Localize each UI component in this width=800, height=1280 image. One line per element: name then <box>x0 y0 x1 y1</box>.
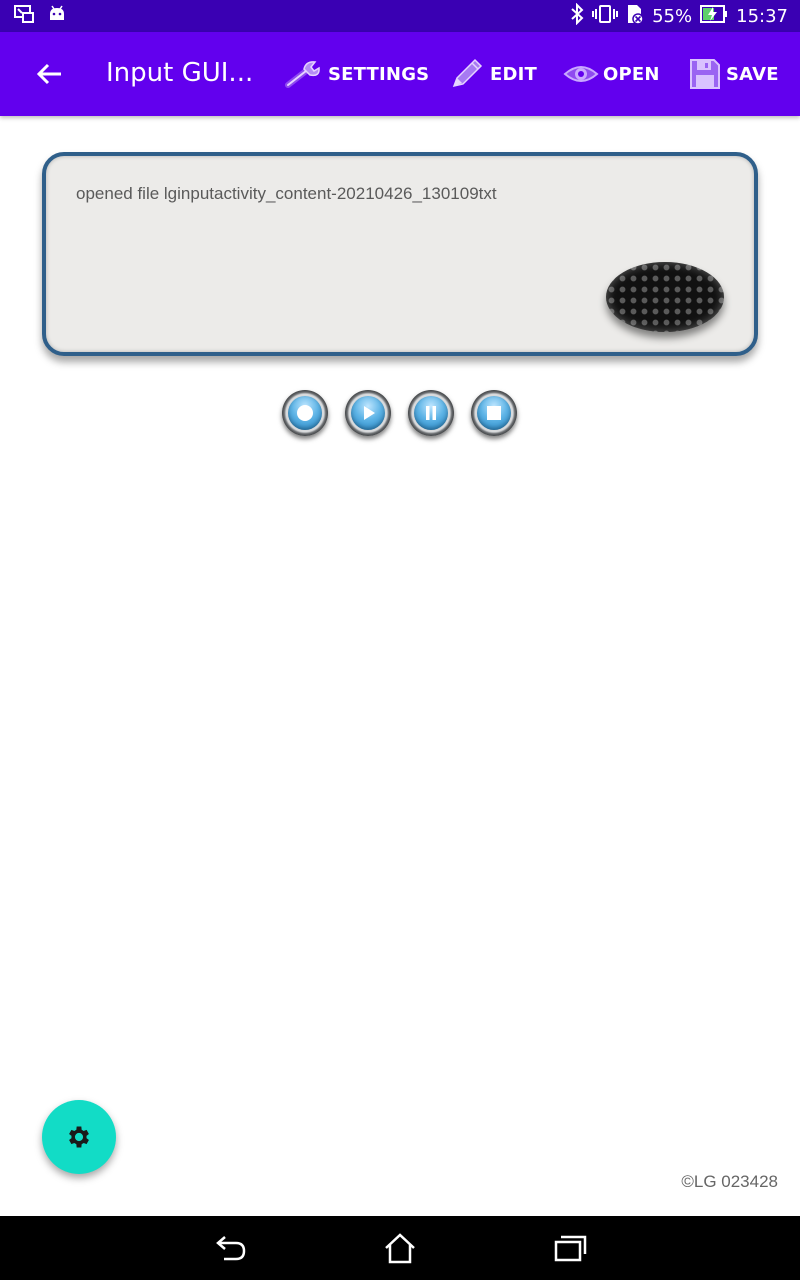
back-button[interactable] <box>30 54 70 94</box>
recents-icon <box>554 1235 587 1262</box>
floppy-disk-icon <box>690 59 720 89</box>
speaker-grille-icon <box>606 262 724 332</box>
android-icon <box>48 5 66 28</box>
save-button[interactable]: SAVE <box>688 52 779 96</box>
media-controls <box>282 390 522 438</box>
pencil-icon <box>452 58 483 88</box>
pause-icon <box>426 406 436 420</box>
nav-home-button[interactable] <box>380 1228 420 1268</box>
stop-icon <box>487 406 501 420</box>
edit-label: EDIT <box>490 63 538 85</box>
open-button[interactable]: OPEN <box>563 52 660 96</box>
no-sim-icon <box>626 3 644 30</box>
record-icon <box>297 405 313 421</box>
nav-back-button[interactable] <box>210 1228 250 1268</box>
system-nav-bar <box>0 1216 800 1280</box>
nav-recents-button[interactable] <box>550 1228 590 1268</box>
app-title: Input GUI... <box>106 58 254 88</box>
arrow-left-icon <box>37 63 61 85</box>
bluetooth-icon <box>570 2 584 30</box>
play-icon <box>364 406 375 420</box>
wrench-icon <box>285 61 320 88</box>
status-bar: 55% 15:37 <box>0 0 800 32</box>
record-button[interactable] <box>282 390 328 436</box>
panel-text: opened file lginputactivity_content-2021… <box>76 184 497 203</box>
settings-button[interactable]: SETTINGS <box>284 52 429 96</box>
text-panel[interactable]: opened file lginputactivity_content-2021… <box>42 152 758 356</box>
screen-cast-icon <box>14 4 34 28</box>
battery-percent: 55% <box>652 5 693 27</box>
play-button[interactable] <box>345 390 391 436</box>
home-icon <box>385 1233 415 1264</box>
stop-button[interactable] <box>471 390 517 436</box>
settings-label: SETTINGS <box>328 63 430 85</box>
settings-fab[interactable] <box>42 1100 116 1174</box>
battery-charging-icon <box>700 4 728 29</box>
edit-button[interactable]: EDIT <box>448 52 537 96</box>
pause-button[interactable] <box>408 390 454 436</box>
open-label: OPEN <box>603 63 660 85</box>
vibrate-icon <box>592 4 619 29</box>
back-arrow-icon <box>216 1236 246 1261</box>
clock: 15:37 <box>736 5 788 27</box>
app-bar: Input GUI... SETTINGS EDIT OPEN SAVE <box>0 32 800 116</box>
copyright-label: ©LG 023428 <box>681 1172 778 1191</box>
eye-icon <box>563 66 599 82</box>
gear-icon <box>69 1126 89 1148</box>
save-label: SAVE <box>726 63 779 85</box>
